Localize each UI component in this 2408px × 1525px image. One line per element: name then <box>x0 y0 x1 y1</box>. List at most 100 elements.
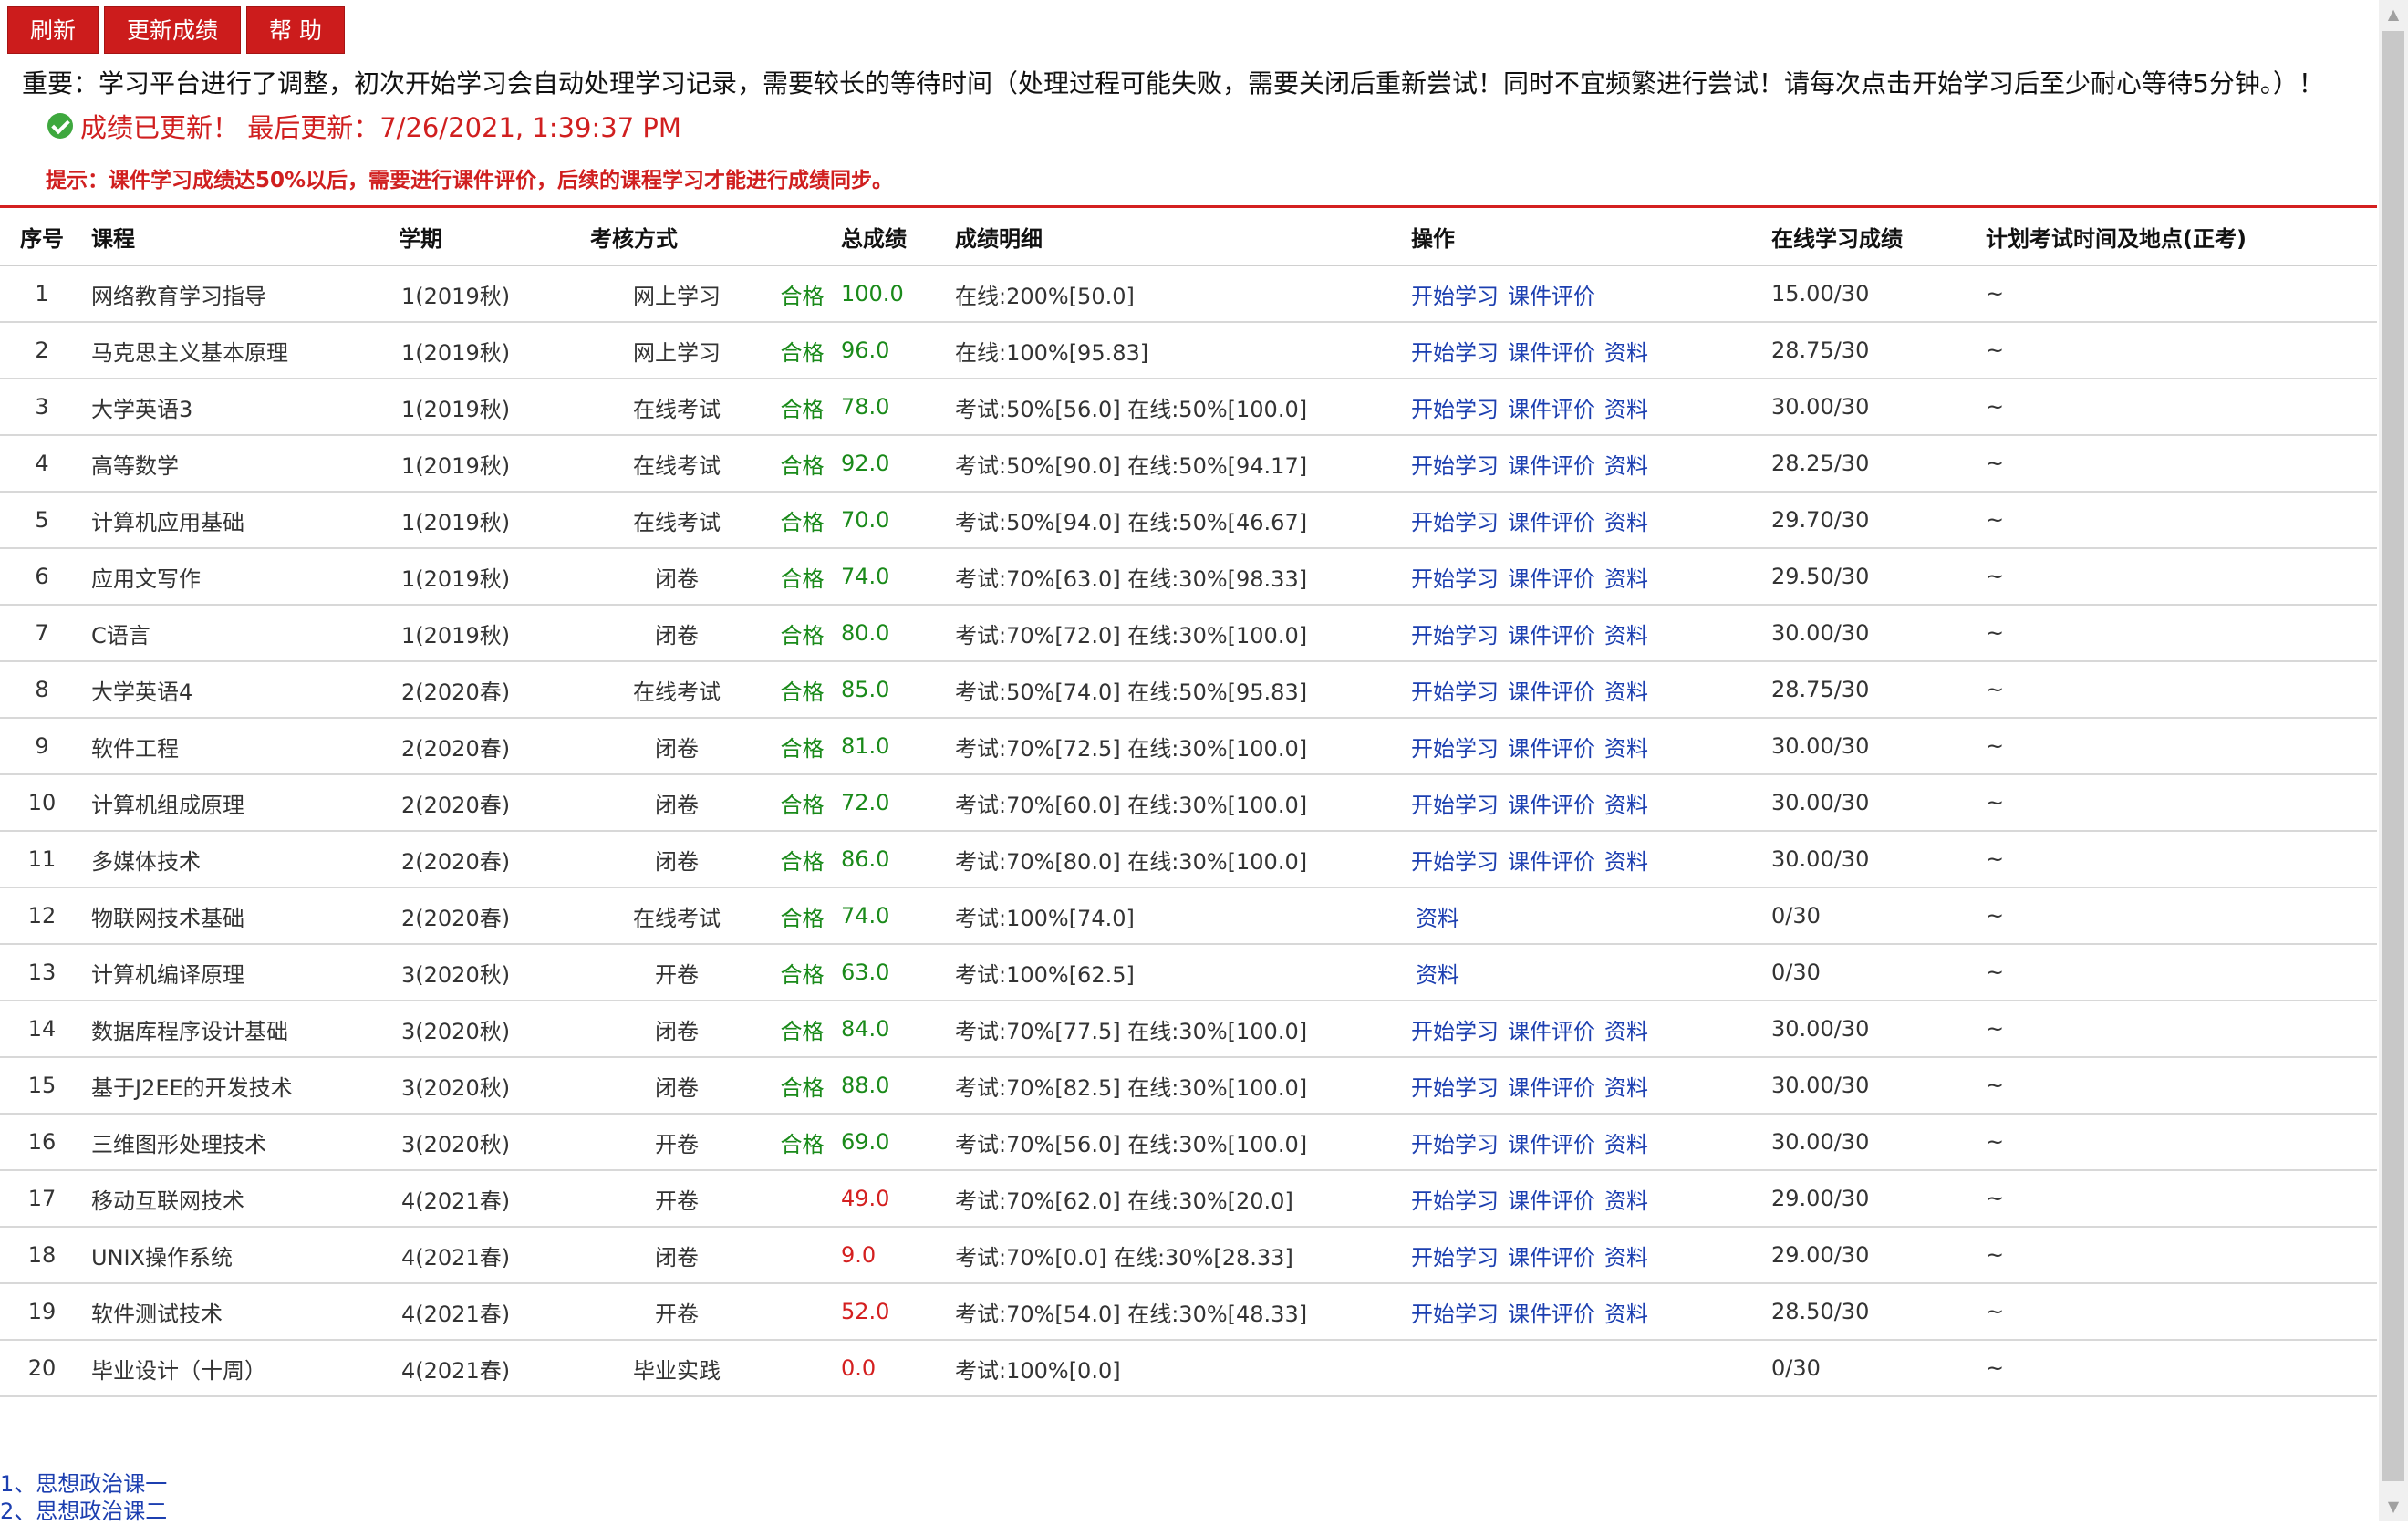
materials-link[interactable]: 资料 <box>1604 453 1648 479</box>
column-header: 学期 <box>399 208 590 266</box>
start-study-link[interactable]: 开始学习 <box>1411 849 1499 875</box>
vertical-scrollbar[interactable]: ▲ ▼ <box>2379 0 2408 1521</box>
start-study-link[interactable]: 开始学习 <box>1411 397 1499 422</box>
online-score: 0/30 <box>1771 1340 1986 1397</box>
start-study-link[interactable]: 开始学习 <box>1411 1302 1499 1327</box>
score-detail: 考试:70%[56.0] 在线:30%[100.0] <box>955 1114 1411 1171</box>
score-detail: 考试:50%[74.0] 在线:50%[95.83] <box>955 661 1411 719</box>
table-row: 5 计算机应用基础 1(2019秋) 在线考试 合格 70.0 考试:50%[94.0] 在… <box>0 492 2377 549</box>
table-row: 4 高等数学 1(2019秋) 在线考试 合格 92.0 考试:50%[90.0] 在线:5… <box>0 435 2377 493</box>
start-study-link[interactable]: 开始学习 <box>1411 793 1499 818</box>
start-study-link[interactable]: 开始学习 <box>1411 736 1499 762</box>
row-index: 20 <box>0 1340 84 1397</box>
actions-cell: 开始学习 课件评价 资料 <box>1411 1057 1771 1115</box>
start-study-link[interactable]: 开始学习 <box>1411 284 1499 309</box>
score-detail: 考试:50%[94.0] 在线:50%[46.67] <box>955 492 1411 549</box>
courseware-evaluation-link[interactable]: 课件评价 <box>1508 793 1595 818</box>
row-index: 19 <box>0 1283 84 1341</box>
start-study-link[interactable]: 开始学习 <box>1411 1132 1499 1157</box>
materials-link[interactable]: 资料 <box>1604 566 1648 592</box>
start-study-link[interactable]: 开始学习 <box>1411 340 1499 366</box>
total-score: 86.0 <box>841 831 955 888</box>
courseware-evaluation-link[interactable]: 课件评价 <box>1508 566 1595 592</box>
actions-cell: 开始学习 课件评价 资料 <box>1411 492 1771 549</box>
materials-link[interactable]: 资料 <box>1604 1302 1648 1327</box>
start-study-link[interactable]: 开始学习 <box>1411 453 1499 479</box>
exam-schedule: ~ <box>1986 605 2377 662</box>
materials-link[interactable]: 资料 <box>1604 397 1648 422</box>
start-study-link[interactable]: 开始学习 <box>1411 1188 1499 1214</box>
start-study-link[interactable]: 开始学习 <box>1411 1075 1499 1101</box>
start-study-link[interactable]: 开始学习 <box>1411 510 1499 535</box>
materials-link[interactable]: 资料 <box>1416 962 1459 988</box>
materials-link[interactable]: 资料 <box>1604 1019 1648 1044</box>
total-score: 100.0 <box>841 265 955 323</box>
materials-link[interactable]: 资料 <box>1604 340 1648 366</box>
scroll-down-arrow-icon[interactable]: ▼ <box>2379 1492 2408 1521</box>
table-row: 11 多媒体技术 2(2020春) 闭卷 合格 86.0 考试:70%[80.0] 在线:3… <box>0 831 2377 888</box>
table-row: 10 计算机组成原理 2(2020春) 闭卷 合格 72.0 考试:70%[60.0] 在线… <box>0 774 2377 832</box>
courseware-evaluation-link[interactable]: 课件评价 <box>1508 1075 1595 1101</box>
bottom-links: 1、思想政治课一 2、思想政治课二 <box>0 1470 167 1525</box>
term: 1(2019秋) <box>399 265 590 323</box>
pass-status: 合格 <box>763 887 841 945</box>
exam-method: 网上学习 <box>590 322 763 379</box>
refresh-button[interactable]: 刷新 <box>7 6 99 54</box>
link-politics-course-1[interactable]: 1、思想政治课一 <box>0 1470 167 1498</box>
courseware-evaluation-link[interactable]: 课件评价 <box>1508 1188 1595 1214</box>
courseware-evaluation-link[interactable]: 课件评价 <box>1508 623 1595 648</box>
materials-link[interactable]: 资料 <box>1604 736 1648 762</box>
courseware-evaluation-link[interactable]: 课件评价 <box>1508 340 1595 366</box>
courseware-evaluation-link[interactable]: 课件评价 <box>1508 1019 1595 1044</box>
courseware-evaluation-link[interactable]: 课件评价 <box>1508 510 1595 535</box>
total-score: 88.0 <box>841 1057 955 1115</box>
courseware-evaluation-link[interactable]: 课件评价 <box>1508 1245 1595 1271</box>
actions-cell: 开始学习 课件评价 资料 <box>1411 1283 1771 1341</box>
help-button[interactable]: 帮 助 <box>246 6 345 54</box>
start-study-link[interactable]: 开始学习 <box>1411 623 1499 648</box>
materials-link[interactable]: 资料 <box>1604 849 1648 875</box>
table-row: 20 毕业设计（十周） 4(2021春) 毕业实践 0.0 考试:100%[0.0] 0/3… <box>0 1340 2377 1397</box>
courseware-evaluation-link[interactable]: 课件评价 <box>1508 397 1595 422</box>
exam-schedule: ~ <box>1986 435 2377 493</box>
courseware-evaluation-link[interactable]: 课件评价 <box>1508 736 1595 762</box>
row-index: 12 <box>0 887 84 945</box>
courseware-evaluation-link[interactable]: 课件评价 <box>1508 849 1595 875</box>
start-study-link[interactable]: 开始学习 <box>1411 680 1499 705</box>
materials-link[interactable]: 资料 <box>1416 906 1459 931</box>
start-study-link[interactable]: 开始学习 <box>1411 1019 1499 1044</box>
score-detail: 考试:70%[72.0] 在线:30%[100.0] <box>955 605 1411 662</box>
start-study-link[interactable]: 开始学习 <box>1411 566 1499 592</box>
materials-link[interactable]: 资料 <box>1604 680 1648 705</box>
term: 2(2020春) <box>399 774 590 832</box>
total-score: 78.0 <box>841 379 955 436</box>
online-score: 30.00/30 <box>1771 774 1986 832</box>
materials-link[interactable]: 资料 <box>1604 1132 1648 1157</box>
term: 1(2019秋) <box>399 492 590 549</box>
materials-link[interactable]: 资料 <box>1604 510 1648 535</box>
exam-schedule: ~ <box>1986 661 2377 719</box>
term: 1(2019秋) <box>399 379 590 436</box>
row-index: 13 <box>0 944 84 1001</box>
exam-method: 在线考试 <box>590 435 763 493</box>
exam-method: 闭卷 <box>590 1057 763 1115</box>
materials-link[interactable]: 资料 <box>1604 1188 1648 1214</box>
courseware-evaluation-link[interactable]: 课件评价 <box>1508 680 1595 705</box>
update-scores-button[interactable]: 更新成绩 <box>104 6 242 54</box>
courseware-evaluation-link[interactable]: 课件评价 <box>1508 1132 1595 1157</box>
materials-link[interactable]: 资料 <box>1604 793 1648 818</box>
exam-schedule: ~ <box>1986 944 2377 1001</box>
courseware-evaluation-link[interactable]: 课件评价 <box>1508 453 1595 479</box>
materials-link[interactable]: 资料 <box>1604 1075 1648 1101</box>
exam-method: 开卷 <box>590 1170 763 1228</box>
scrollbar-thumb[interactable] <box>2382 31 2404 1481</box>
column-header: 序号 <box>0 208 84 266</box>
online-score: 28.75/30 <box>1771 661 1986 719</box>
courseware-evaluation-link[interactable]: 课件评价 <box>1508 1302 1595 1327</box>
start-study-link[interactable]: 开始学习 <box>1411 1245 1499 1271</box>
scroll-up-arrow-icon[interactable]: ▲ <box>2379 0 2408 29</box>
courseware-evaluation-link[interactable]: 课件评价 <box>1508 284 1595 309</box>
online-score: 29.00/30 <box>1771 1170 1986 1228</box>
materials-link[interactable]: 资料 <box>1604 623 1648 648</box>
materials-link[interactable]: 资料 <box>1604 1245 1648 1271</box>
